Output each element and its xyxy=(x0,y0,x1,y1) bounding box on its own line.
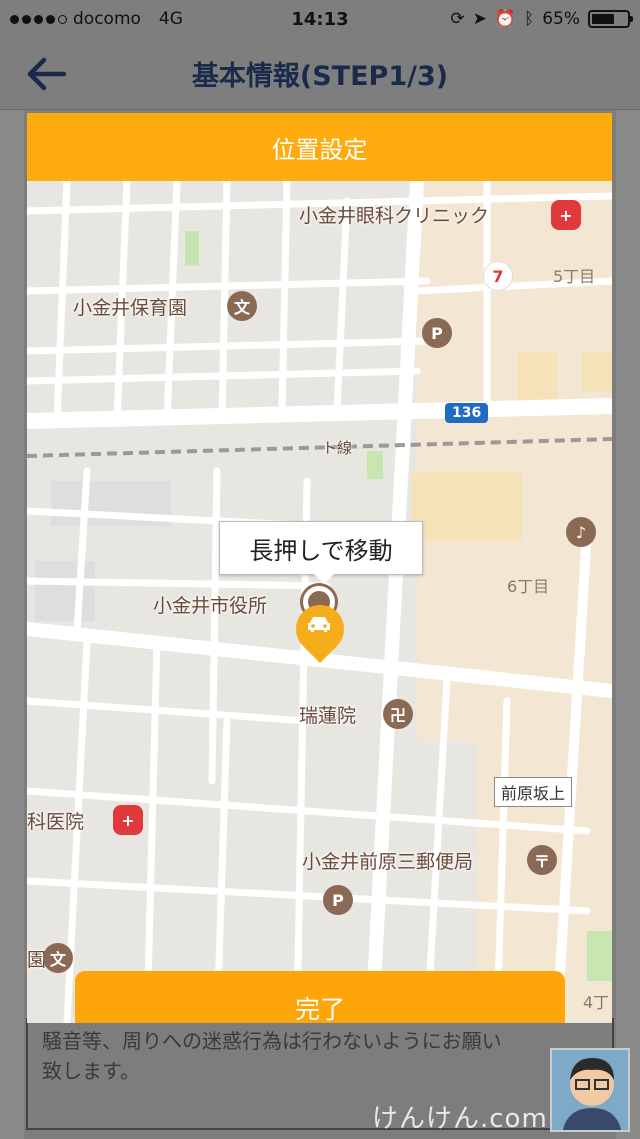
music-icon[interactable]: ♪ xyxy=(566,517,596,547)
parking-icon[interactable]: P xyxy=(323,885,353,915)
hospital-icon[interactable]: + xyxy=(551,200,581,230)
school-icon[interactable]: 文 xyxy=(43,943,73,973)
map-label-temple[interactable]: 瑞蓮院 xyxy=(299,701,356,728)
battery-percent: 65% xyxy=(542,9,580,29)
route-sign: 136 xyxy=(445,403,489,423)
map-label-5chome: 5丁目 xyxy=(553,267,596,286)
map-label-post-office[interactable]: 小金井前原三郵便局 xyxy=(302,847,473,874)
avatar xyxy=(550,1048,630,1132)
map-label-city-hall[interactable]: 小金井市役所 xyxy=(153,591,267,618)
map-label-railway: ト線 xyxy=(322,439,353,457)
map-label-clinic[interactable]: 科医院 xyxy=(27,807,84,834)
hospital-icon[interactable]: + xyxy=(113,805,143,835)
school-icon[interactable]: 文 xyxy=(227,291,257,321)
watermark-text: けんけん.com xyxy=(372,1104,548,1134)
alarm-icon: ⏰ xyxy=(494,9,516,29)
parking-icon[interactable]: P xyxy=(422,318,452,348)
map-label-4chome: 4丁 xyxy=(583,993,610,1012)
done-button[interactable]: 完了 xyxy=(75,971,565,1023)
location-arrow-icon: ➤ xyxy=(472,9,487,29)
network-label: 4G xyxy=(158,9,183,29)
notes-line: 致します。 xyxy=(42,1059,140,1083)
modal-title: 位置設定 xyxy=(27,113,612,181)
battery-icon xyxy=(588,10,633,28)
page-title: 基本情報(STEP1/3) xyxy=(191,61,449,92)
bluetooth-icon: ᛒ xyxy=(524,9,535,29)
map-label-nursery[interactable]: 小金井保育園 xyxy=(73,293,187,320)
status-bar: docomo 4G 14:13 ⟳ ➤ ⏰ ᛒ 65% xyxy=(0,0,640,38)
map-label-eye-clinic[interactable]: 小金井眼科クリニック xyxy=(299,201,489,228)
temple-icon[interactable]: 卍 xyxy=(383,699,413,729)
drag-hint-tooltip: 長押しで移動 xyxy=(219,521,423,584)
map-view[interactable]: 136 小金井眼科クリニック + 7 5丁目 小金井保育園 文 P ト線 ♪ 6… xyxy=(27,181,612,1023)
car-icon xyxy=(306,614,334,642)
rotation-lock-icon: ⟳ xyxy=(450,9,465,29)
carrier-label: docomo xyxy=(73,9,141,29)
location-modal: 位置設定 136 小金井眼科クリニック + 7 5丁目 小金井保育園 文 P ト… xyxy=(27,113,612,1023)
notes-line: 騒音等、周りへの迷惑行為は行わないようにお願い xyxy=(42,1029,502,1053)
arrow-left-icon[interactable] xyxy=(24,52,68,96)
convenience-store-icon[interactable]: 7 xyxy=(483,261,513,291)
bus-stop-label[interactable]: 前原坂上 xyxy=(494,777,573,807)
map-label-6chome: 6丁目 xyxy=(507,577,550,596)
navigation-bar: 基本情報(STEP1/3) xyxy=(0,38,640,110)
signal-strength-icon xyxy=(10,14,67,24)
post-office-icon[interactable]: 〒 xyxy=(527,845,557,875)
